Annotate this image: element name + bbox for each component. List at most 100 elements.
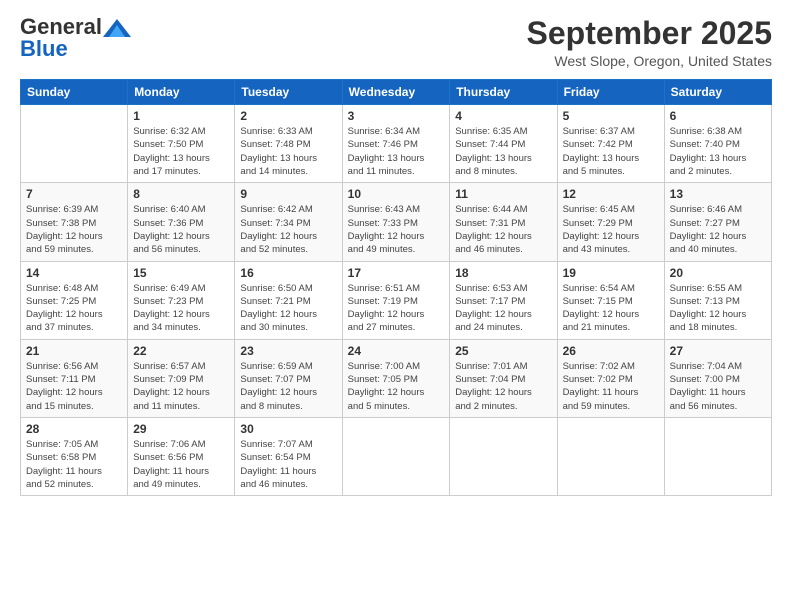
title-block: September 2025 West Slope, Oregon, Unite… <box>527 16 772 69</box>
calendar-cell: 4 Sunrise: 6:35 AMSunset: 7:44 PMDaylight… <box>450 105 557 183</box>
day-info: Sunrise: 6:38 AMSunset: 7:40 PMDaylight:… <box>670 125 766 178</box>
logo-blue: Blue <box>20 36 68 61</box>
day-info: Sunrise: 6:55 AMSunset: 7:13 PMDaylight:… <box>670 282 766 335</box>
day-info: Sunrise: 6:54 AMSunset: 7:15 PMDaylight:… <box>563 282 659 335</box>
day-number: 29 <box>133 422 229 436</box>
day-info: Sunrise: 7:04 AMSunset: 7:00 PMDaylight:… <box>670 360 766 413</box>
calendar-cell: 8 Sunrise: 6:40 AMSunset: 7:36 PMDaylight… <box>128 183 235 261</box>
day-info: Sunrise: 6:42 AMSunset: 7:34 PMDaylight:… <box>240 203 336 256</box>
calendar-cell: 18Sunrise: 6:53 AMSunset: 7:17 PMDayligh… <box>450 261 557 339</box>
calendar-cell: 26 Sunrise: 7:02 AMSunset: 7:02 PMDayligh… <box>557 339 664 417</box>
day-info: Sunrise: 7:00 AMSunset: 7:05 PMDaylight:… <box>348 360 445 413</box>
day-info: Sunrise: 6:40 AMSunset: 7:36 PMDaylight:… <box>133 203 229 256</box>
day-info: Sunrise: 6:39 AMSunset: 7:38 PMDaylight:… <box>26 203 122 256</box>
calendar-page: General Blue September 2025 West Slope, … <box>0 0 792 612</box>
calendar-week-2: 7 Sunrise: 6:39 AMSunset: 7:38 PMDaylight… <box>21 183 772 261</box>
day-info: Sunrise: 6:44 AMSunset: 7:31 PMDaylight:… <box>455 203 551 256</box>
calendar-cell: 25Sunrise: 7:01 AMSunset: 7:04 PMDayligh… <box>450 339 557 417</box>
day-number: 8 <box>133 187 229 201</box>
calendar-cell: 19 Sunrise: 6:54 AMSunset: 7:15 PMDayligh… <box>557 261 664 339</box>
calendar-cell <box>450 417 557 495</box>
day-number: 19 <box>563 266 659 280</box>
logo-label: General <box>20 16 131 38</box>
calendar-cell: 20 Sunrise: 6:55 AMSunset: 7:13 PMDayligh… <box>664 261 771 339</box>
calendar-cell: 22Sunrise: 6:57 AMSunset: 7:09 PMDayligh… <box>128 339 235 417</box>
day-info: Sunrise: 6:51 AMSunset: 7:19 PMDaylight:… <box>348 282 445 335</box>
day-number: 28 <box>26 422 122 436</box>
calendar-cell: 23 Sunrise: 6:59 AMSunset: 7:07 PMDayligh… <box>235 339 342 417</box>
day-number: 5 <box>563 109 659 123</box>
day-number: 15 <box>133 266 229 280</box>
col-saturday: Saturday <box>664 80 771 105</box>
day-number: 30 <box>240 422 336 436</box>
calendar-week-3: 14 Sunrise: 6:48 AMSunset: 7:25 PMDayligh… <box>21 261 772 339</box>
day-number: 22 <box>133 344 229 358</box>
calendar-cell: 16 Sunrise: 6:50 AMSunset: 7:21 PMDayligh… <box>235 261 342 339</box>
calendar-cell <box>557 417 664 495</box>
day-number: 26 <box>563 344 659 358</box>
day-number: 20 <box>670 266 766 280</box>
calendar-cell: 21Sunrise: 6:56 AMSunset: 7:11 PMDayligh… <box>21 339 128 417</box>
day-number: 11 <box>455 187 551 201</box>
col-sunday: Sunday <box>21 80 128 105</box>
calendar-cell: 24 Sunrise: 7:00 AMSunset: 7:05 PMDayligh… <box>342 339 450 417</box>
day-info: Sunrise: 6:53 AMSunset: 7:17 PMDaylight:… <box>455 282 551 335</box>
header: General Blue September 2025 West Slope, … <box>20 16 772 69</box>
calendar-week-5: 28 Sunrise: 7:05 AMSunset: 6:58 PMDayligh… <box>21 417 772 495</box>
calendar-cell: 10 Sunrise: 6:43 AMSunset: 7:33 PMDayligh… <box>342 183 450 261</box>
calendar-cell: 17 Sunrise: 6:51 AMSunset: 7:19 PMDayligh… <box>342 261 450 339</box>
day-info: Sunrise: 6:46 AMSunset: 7:27 PMDaylight:… <box>670 203 766 256</box>
calendar-cell: 12 Sunrise: 6:45 AMSunset: 7:29 PMDayligh… <box>557 183 664 261</box>
calendar-cell: 30 Sunrise: 7:07 AMSunset: 6:54 PMDayligh… <box>235 417 342 495</box>
day-number: 24 <box>348 344 445 358</box>
day-number: 6 <box>670 109 766 123</box>
day-info: Sunrise: 6:37 AMSunset: 7:42 PMDaylight:… <box>563 125 659 178</box>
calendar-cell: 11 Sunrise: 6:44 AMSunset: 7:31 PMDayligh… <box>450 183 557 261</box>
day-number: 2 <box>240 109 336 123</box>
calendar-cell: 29 Sunrise: 7:06 AMSunset: 6:56 PMDayligh… <box>128 417 235 495</box>
day-info: Sunrise: 6:56 AMSunset: 7:11 PMDaylight:… <box>26 360 122 413</box>
calendar-cell: 28 Sunrise: 7:05 AMSunset: 6:58 PMDayligh… <box>21 417 128 495</box>
day-info: Sunrise: 6:59 AMSunset: 7:07 PMDaylight:… <box>240 360 336 413</box>
day-info: Sunrise: 6:33 AMSunset: 7:48 PMDaylight:… <box>240 125 336 178</box>
day-number: 17 <box>348 266 445 280</box>
calendar-cell: 14 Sunrise: 6:48 AMSunset: 7:25 PMDayligh… <box>21 261 128 339</box>
day-info: Sunrise: 7:07 AMSunset: 6:54 PMDaylight:… <box>240 438 336 491</box>
day-info: Sunrise: 6:50 AMSunset: 7:21 PMDaylight:… <box>240 282 336 335</box>
calendar-header-row: Sunday Monday Tuesday Wednesday Thursday… <box>21 80 772 105</box>
day-info: Sunrise: 7:05 AMSunset: 6:58 PMDaylight:… <box>26 438 122 491</box>
day-info: Sunrise: 6:43 AMSunset: 7:33 PMDaylight:… <box>348 203 445 256</box>
day-number: 23 <box>240 344 336 358</box>
day-info: Sunrise: 6:48 AMSunset: 7:25 PMDaylight:… <box>26 282 122 335</box>
calendar-cell: 15 Sunrise: 6:49 AMSunset: 7:23 PMDayligh… <box>128 261 235 339</box>
calendar-cell <box>342 417 450 495</box>
col-friday: Friday <box>557 80 664 105</box>
day-number: 27 <box>670 344 766 358</box>
day-info: Sunrise: 6:45 AMSunset: 7:29 PMDaylight:… <box>563 203 659 256</box>
calendar-cell: 1Sunrise: 6:32 AMSunset: 7:50 PMDaylight… <box>128 105 235 183</box>
day-number: 7 <box>26 187 122 201</box>
logo-icon <box>103 19 131 37</box>
calendar-cell: 13 Sunrise: 6:46 AMSunset: 7:27 PMDayligh… <box>664 183 771 261</box>
calendar-cell: 9Sunrise: 6:42 AMSunset: 7:34 PMDaylight… <box>235 183 342 261</box>
day-number: 3 <box>348 109 445 123</box>
day-info: Sunrise: 6:49 AMSunset: 7:23 PMDaylight:… <box>133 282 229 335</box>
day-info: Sunrise: 7:02 AMSunset: 7:02 PMDaylight:… <box>563 360 659 413</box>
day-info: Sunrise: 6:35 AMSunset: 7:44 PMDaylight:… <box>455 125 551 178</box>
col-monday: Monday <box>128 80 235 105</box>
day-number: 10 <box>348 187 445 201</box>
day-info: Sunrise: 6:34 AMSunset: 7:46 PMDaylight:… <box>348 125 445 178</box>
day-number: 14 <box>26 266 122 280</box>
day-number: 12 <box>563 187 659 201</box>
day-number: 25 <box>455 344 551 358</box>
day-number: 4 <box>455 109 551 123</box>
day-info: Sunrise: 7:06 AMSunset: 6:56 PMDaylight:… <box>133 438 229 491</box>
month-title: September 2025 <box>527 16 772 51</box>
day-number: 1 <box>133 109 229 123</box>
day-number: 13 <box>670 187 766 201</box>
col-tuesday: Tuesday <box>235 80 342 105</box>
calendar-cell <box>21 105 128 183</box>
col-wednesday: Wednesday <box>342 80 450 105</box>
calendar-week-4: 21Sunrise: 6:56 AMSunset: 7:11 PMDayligh… <box>21 339 772 417</box>
day-number: 16 <box>240 266 336 280</box>
